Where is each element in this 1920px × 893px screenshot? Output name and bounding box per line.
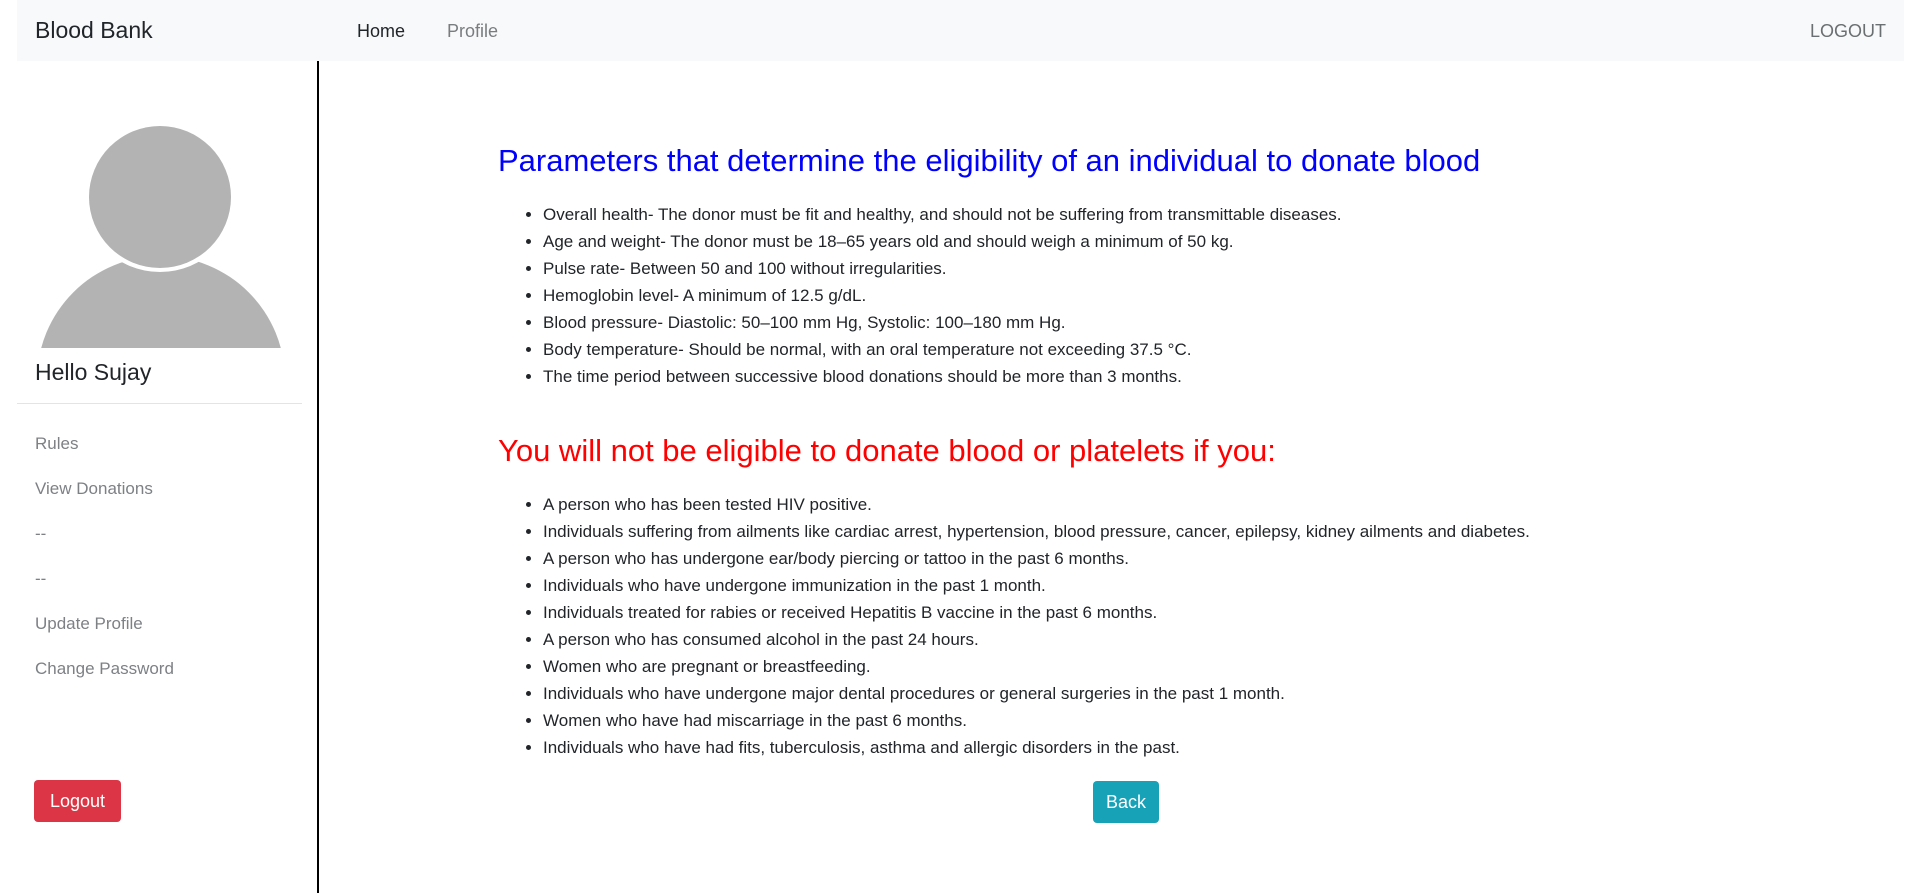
page: Blood Bank Home Profile LOGOUT Hello Suj… xyxy=(0,0,1920,893)
back-button[interactable]: Back xyxy=(1093,781,1159,823)
sidebar-item-view-donations[interactable]: View Donations xyxy=(35,478,174,523)
sidebar-item-placeholder-1[interactable]: -- xyxy=(35,523,174,568)
list-item: A person who has consumed alcohol in the… xyxy=(543,626,1530,653)
sidebar: Hello Sujay Rules View Donations -- -- U… xyxy=(17,61,319,893)
user-avatar-icon xyxy=(37,126,285,348)
list-item: A person who has undergone ear/body pier… xyxy=(543,545,1530,572)
list-item: The time period between successive blood… xyxy=(543,363,1342,390)
eligibility-heading: Parameters that determine the eligibilit… xyxy=(498,143,1481,178)
top-navbar: Blood Bank Home Profile LOGOUT xyxy=(17,0,1904,61)
list-item: Individuals who have undergone major den… xyxy=(543,680,1530,707)
sidebar-divider xyxy=(17,403,302,404)
list-item: A person who has been tested HIV positiv… xyxy=(543,491,1530,518)
sidebar-item-placeholder-2[interactable]: -- xyxy=(35,568,174,613)
list-item: Women who are pregnant or breastfeeding. xyxy=(543,653,1530,680)
list-item: Women who have had miscarriage in the pa… xyxy=(543,707,1530,734)
list-item: Pulse rate- Between 50 and 100 without i… xyxy=(543,255,1342,282)
list-item: Individuals suffering from ailments like… xyxy=(543,518,1530,545)
list-item: Age and weight- The donor must be 18–65 … xyxy=(543,228,1342,255)
logout-button[interactable]: Logout xyxy=(34,780,121,822)
greeting-text: Hello Sujay xyxy=(35,359,152,385)
sidebar-item-rules[interactable]: Rules xyxy=(35,433,174,478)
sidebar-item-change-password[interactable]: Change Password xyxy=(35,658,174,703)
sidebar-item-update-profile[interactable]: Update Profile xyxy=(35,613,174,658)
ineligible-list: A person who has been tested HIV positiv… xyxy=(498,491,1530,761)
list-item: Individuals treated for rabies or receiv… xyxy=(543,599,1530,626)
ineligible-heading: You will not be eligible to donate blood… xyxy=(498,433,1276,468)
nav-logout-link[interactable]: LOGOUT xyxy=(1810,19,1886,43)
list-item: Blood pressure- Diastolic: 50–100 mm Hg,… xyxy=(543,309,1342,336)
list-item: Individuals who have undergone immunizat… xyxy=(543,572,1530,599)
list-item: Individuals who have had fits, tuberculo… xyxy=(543,734,1530,761)
nav-home-link[interactable]: Home xyxy=(357,19,405,43)
nav-profile-link[interactable]: Profile xyxy=(447,19,498,43)
eligibility-list: Overall health- The donor must be fit an… xyxy=(498,201,1342,390)
brand-link[interactable]: Blood Bank xyxy=(35,16,153,44)
avatar-head xyxy=(89,126,231,268)
sidebar-menu: Rules View Donations -- -- Update Profil… xyxy=(35,433,174,703)
list-item: Overall health- The donor must be fit an… xyxy=(543,201,1342,228)
list-item: Hemoglobin level- A minimum of 12.5 g/dL… xyxy=(543,282,1342,309)
list-item: Body temperature- Should be normal, with… xyxy=(543,336,1342,363)
